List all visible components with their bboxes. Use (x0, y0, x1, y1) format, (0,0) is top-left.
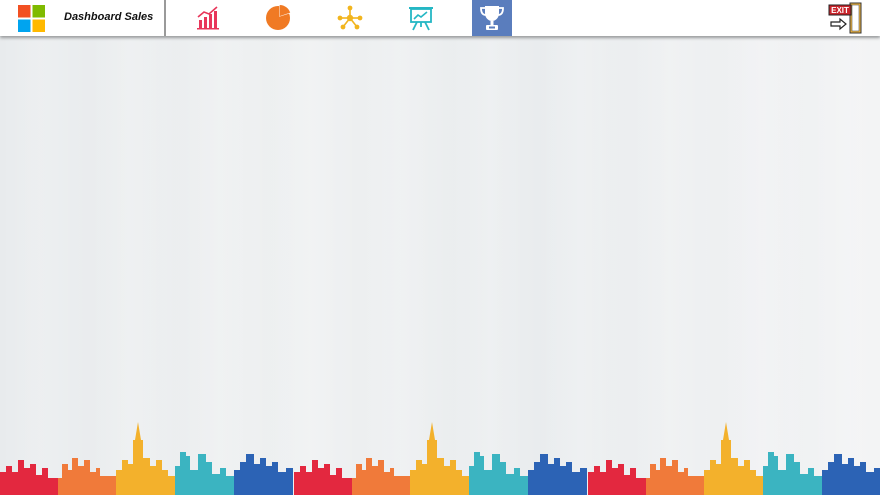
nav-sales-chart-button[interactable] (188, 0, 228, 36)
pie-chart-icon (266, 5, 291, 30)
nav-pie-chart-button[interactable] (258, 0, 298, 36)
presentation-board-icon (409, 7, 433, 31)
exit-sign-text: EXIT (831, 6, 849, 15)
brand-area: Dashboard Sales (0, 0, 166, 36)
page-title: Dashboard Sales (64, 11, 154, 23)
network-icon (337, 5, 363, 30)
nav-trophy-button[interactable] (472, 0, 512, 36)
trophy-icon (480, 6, 504, 30)
top-navigation-bar: Dashboard Sales EXIT (0, 0, 880, 36)
city-skyline-decoration (0, 422, 880, 495)
nav-network-button[interactable] (330, 0, 370, 36)
bar-chart-icon (197, 6, 219, 30)
exit-door-button[interactable]: EXIT (828, 2, 862, 34)
main-canvas (0, 38, 880, 495)
nav-presentation-button[interactable] (401, 0, 441, 36)
windows-logo-icon (18, 5, 45, 32)
